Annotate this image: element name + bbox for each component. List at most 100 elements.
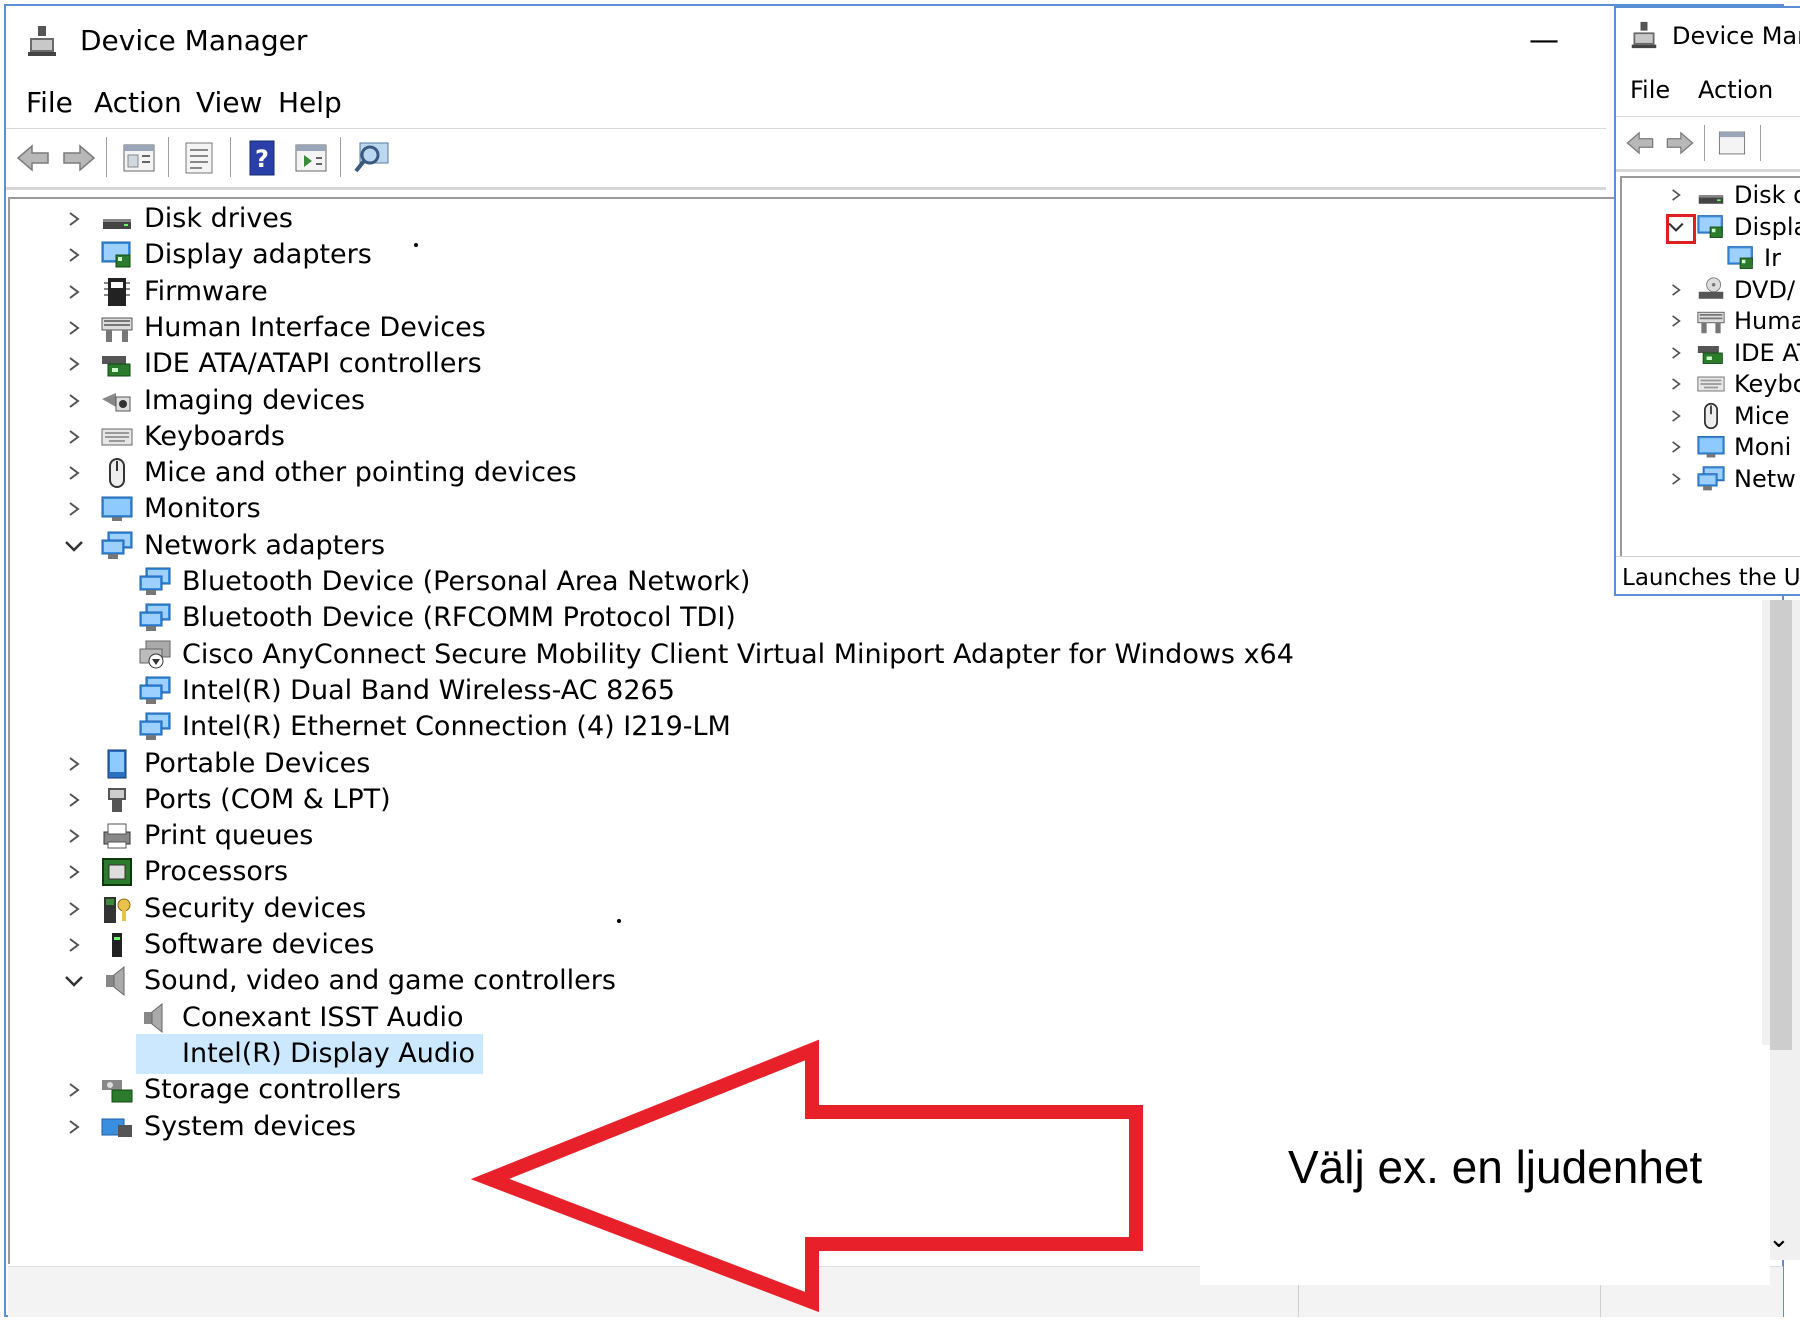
display-adapter-icon xyxy=(1726,244,1756,272)
menu-file[interactable]: File xyxy=(26,86,73,119)
tree-category[interactable]: Security devices xyxy=(60,889,1560,929)
tree-item-label: IDE ATA/ATAPI controllers xyxy=(144,348,482,380)
expand-chevron-right-icon[interactable] xyxy=(60,235,88,275)
inset-status-text: Launches the Upd xyxy=(1616,556,1800,594)
ide-controller-icon xyxy=(100,348,134,380)
tree-device[interactable]: Intel(R) Dual Band Wireless-AC 8265 xyxy=(60,671,1560,711)
menu-help[interactable]: Help xyxy=(278,86,342,119)
tree-category[interactable]: Monitors xyxy=(60,489,1560,529)
tree-device[interactable]: Conexant ISST Audio xyxy=(60,998,1560,1038)
toolbar-separator xyxy=(340,137,341,177)
expand-chevron-right-icon[interactable] xyxy=(1664,462,1688,496)
expand-chevron-right-icon[interactable] xyxy=(60,199,88,239)
tree-category[interactable]: Imaging devices xyxy=(60,381,1560,421)
help-icon[interactable]: ? xyxy=(244,139,282,177)
tree-device[interactable]: Cisco AnyConnect Secure Mobility Client … xyxy=(60,635,1560,675)
tree-category[interactable]: Disk drives xyxy=(60,199,1560,239)
inset-tree-category[interactable]: Netw xyxy=(1664,462,1800,496)
expand-chevron-right-icon[interactable] xyxy=(60,272,88,312)
back-arrow-icon[interactable] xyxy=(14,139,52,177)
inset-tree-category[interactable]: Disk d xyxy=(1664,178,1800,212)
tree-category[interactable]: Print queues xyxy=(60,816,1560,856)
inset-menu-action[interactable]: Action xyxy=(1698,76,1773,104)
expand-chevron-right-icon[interactable] xyxy=(1664,367,1688,401)
expand-chevron-right-icon[interactable] xyxy=(1664,304,1688,338)
device-manager-app-icon xyxy=(1631,21,1657,49)
tree-category[interactable]: Sound, video and game controllers xyxy=(60,961,1560,1001)
back-arrow-icon[interactable] xyxy=(1624,127,1656,159)
tree-device[interactable]: Bluetooth Device (Personal Area Network) xyxy=(60,562,1560,602)
menu-action[interactable]: Action xyxy=(94,86,182,119)
tree-category[interactable]: Network adapters xyxy=(60,526,1560,566)
inset-tree-category[interactable]: Displa xyxy=(1664,210,1800,244)
expand-chevron-right-icon[interactable] xyxy=(60,453,88,493)
inset-tree-category[interactable]: Moni xyxy=(1664,430,1800,464)
no-expander xyxy=(60,562,88,602)
update-driver-icon[interactable] xyxy=(180,139,218,177)
display-adapter-icon xyxy=(1696,213,1726,241)
run-icon[interactable] xyxy=(292,139,330,177)
tree-device[interactable]: Bluetooth Device (RFCOMM Protocol TDI) xyxy=(60,598,1560,638)
tree-category[interactable]: Keyboards xyxy=(60,417,1560,457)
tree-category[interactable]: IDE ATA/ATAPI controllers xyxy=(60,344,1560,384)
inset-tree-category[interactable]: IDE AT xyxy=(1664,336,1800,370)
processor-icon xyxy=(100,856,134,888)
display-adapter-icon xyxy=(100,239,134,271)
disk-drive-icon xyxy=(1696,181,1726,209)
expand-chevron-down-icon[interactable] xyxy=(60,526,88,566)
scan-hardware-icon[interactable] xyxy=(354,139,392,177)
scrollbar-thumb[interactable] xyxy=(1770,600,1792,1050)
no-expander xyxy=(1664,241,1688,275)
scroll-down-icon[interactable]: ⌄ xyxy=(1768,1224,1790,1254)
expand-chevron-right-icon[interactable] xyxy=(60,1070,88,1110)
properties-icon[interactable] xyxy=(120,139,158,177)
forward-arrow-icon[interactable] xyxy=(1664,127,1696,159)
toolbar-separator xyxy=(168,137,169,177)
expand-chevron-right-icon[interactable] xyxy=(1664,430,1688,464)
expand-chevron-right-icon[interactable] xyxy=(60,417,88,457)
tree-device[interactable]: Intel(R) Ethernet Connection (4) I219-LM xyxy=(60,707,1560,747)
tree-category[interactable]: Portable Devices xyxy=(60,744,1560,784)
tree-category[interactable]: Display adapters xyxy=(60,235,1560,275)
expand-chevron-right-icon[interactable] xyxy=(1664,273,1688,307)
inset-tree-category[interactable]: Mice xyxy=(1664,399,1800,433)
menu-view[interactable]: View xyxy=(196,86,262,119)
expand-chevron-right-icon[interactable] xyxy=(60,308,88,348)
tree-category[interactable]: Mice and other pointing devices xyxy=(60,453,1560,493)
properties-icon[interactable] xyxy=(1716,127,1748,159)
expand-chevron-right-icon[interactable] xyxy=(60,780,88,820)
network-adapter-disabled-icon xyxy=(138,639,172,671)
expand-chevron-right-icon[interactable] xyxy=(60,925,88,965)
tree-category[interactable]: Human Interface Devices xyxy=(60,308,1560,348)
tree-item-label: Conexant ISST Audio xyxy=(182,1001,464,1033)
inset-tree-device[interactable]: Ir xyxy=(1664,241,1800,275)
portable-device-icon xyxy=(100,748,134,780)
expand-chevron-right-icon[interactable] xyxy=(60,1107,88,1147)
expand-chevron-right-icon[interactable] xyxy=(60,381,88,421)
inset-tree-item-label: Disk d xyxy=(1734,181,1800,209)
expand-chevron-right-icon[interactable] xyxy=(1664,399,1688,433)
minimize-button[interactable]: — xyxy=(1524,26,1564,56)
tree-category[interactable]: Ports (COM & LPT) xyxy=(60,780,1560,820)
inset-tree-category[interactable]: Huma xyxy=(1664,304,1800,338)
expand-chevron-down-icon[interactable] xyxy=(1664,210,1688,244)
inset-tree-category[interactable]: Keybo xyxy=(1664,367,1800,401)
expand-chevron-right-icon[interactable] xyxy=(60,489,88,529)
expand-chevron-right-icon[interactable] xyxy=(60,744,88,784)
inset-menu-file[interactable]: File xyxy=(1630,76,1670,104)
no-expander xyxy=(60,598,88,638)
expand-chevron-down-icon[interactable] xyxy=(60,961,88,1001)
title-bar: Device Manager — xyxy=(6,8,1606,74)
expand-chevron-right-icon[interactable] xyxy=(60,344,88,384)
expand-chevron-right-icon[interactable] xyxy=(60,816,88,856)
tree-category[interactable]: Processors xyxy=(60,852,1560,892)
tree-category[interactable]: Firmware xyxy=(60,272,1560,312)
expand-chevron-right-icon[interactable] xyxy=(60,852,88,892)
tree-item-label: Portable Devices xyxy=(144,747,371,779)
expand-chevron-right-icon[interactable] xyxy=(60,889,88,929)
tree-category[interactable]: Software devices xyxy=(60,925,1560,965)
expand-chevron-right-icon[interactable] xyxy=(1664,178,1688,212)
expand-chevron-right-icon[interactable] xyxy=(1664,336,1688,370)
inset-tree-category[interactable]: DVD/ xyxy=(1664,273,1800,307)
forward-arrow-icon[interactable] xyxy=(60,139,98,177)
